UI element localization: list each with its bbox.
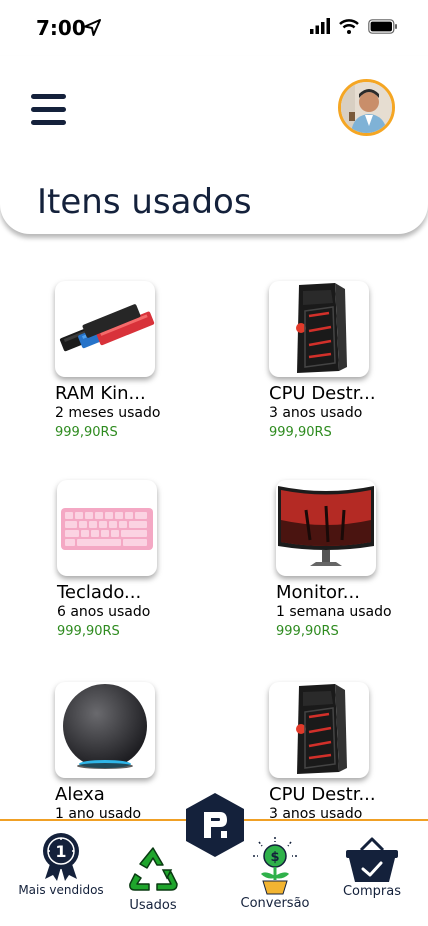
product-card[interactable]: CPU Destr... 3 anos usado: [269, 682, 428, 823]
product-price: 999,90RS: [276, 624, 339, 639]
user-avatar[interactable]: [338, 79, 395, 136]
recycle-icon: [129, 847, 178, 891]
wifi-icon: [339, 18, 359, 34]
ram-image: [55, 281, 155, 377]
product-card[interactable]: Monitor... 1 semana usado 999,90RS: [276, 480, 428, 643]
page-title: Itens usados: [37, 182, 252, 222]
battery-icon: [368, 18, 397, 34]
nav-conversion[interactable]: $ Conversão: [232, 836, 318, 911]
product-card[interactable]: Teclado... 6 anos usado 999,90RS: [57, 480, 237, 643]
product-age: 6 anos usado: [57, 604, 151, 620]
profile-photo: [341, 82, 392, 133]
product-name: CPU Destr...: [269, 383, 376, 404]
nav-label: Usados: [129, 898, 177, 913]
location-arrow-icon: [84, 19, 101, 36]
product-age: 2 meses usado: [55, 405, 161, 421]
nav-purchases[interactable]: Compras: [336, 836, 408, 899]
shopping-basket-icon: [346, 837, 398, 882]
hamburger-menu-icon[interactable]: [31, 94, 66, 126]
svg-text:$: $: [270, 850, 279, 865]
product-name: RAM Kin...: [55, 383, 146, 404]
nav-best-sellers[interactable]: 1 Mais vendidos: [14, 831, 108, 897]
cellular-signal-icon: [310, 18, 330, 34]
product-price: 999,90RS: [57, 624, 120, 639]
status-time: 7:00: [36, 16, 86, 40]
product-price: 999,90RS: [269, 425, 332, 440]
money-plant-icon: $: [253, 837, 297, 895]
product-age: 1 semana usado: [276, 604, 392, 620]
product-card[interactable]: RAM Kin... 2 meses usado 999,90RS: [55, 281, 235, 444]
smart-speaker-image: [55, 682, 155, 778]
header: Itens usados: [0, 56, 428, 234]
nav-label: Conversão: [240, 896, 310, 911]
pc-case-image: [269, 682, 369, 778]
product-name: Monitor...: [276, 582, 360, 603]
medal-icon: 1: [43, 833, 79, 881]
pc-case-image: [269, 281, 369, 377]
nav-label: Mais vendidos: [18, 883, 104, 897]
product-card[interactable]: CPU Destr... 3 anos usado 999,90RS: [269, 281, 428, 444]
product-name: Teclado...: [57, 582, 142, 603]
status-bar: 7:00: [0, 0, 428, 56]
nav-used[interactable]: Usados: [118, 846, 188, 913]
product-age: 3 anos usado: [269, 405, 363, 421]
monitor-image: [276, 480, 376, 576]
product-name: CPU Destr...: [269, 784, 376, 805]
keyboard-image: [57, 480, 157, 576]
product-price: 999,90RS: [55, 425, 118, 440]
svg-text:1: 1: [55, 842, 66, 861]
nav-label: Compras: [342, 884, 402, 899]
